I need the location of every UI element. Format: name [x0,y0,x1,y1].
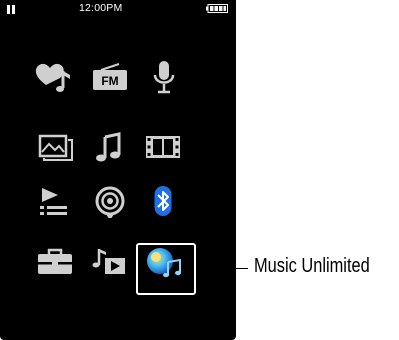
callout-label: Music Unlimited [254,255,370,277]
callout-line [196,268,248,269]
fm-label: FM [101,74,118,88]
playlists-button[interactable] [30,180,82,226]
microphone-icon [153,61,175,94]
music-button[interactable] [85,125,137,171]
fm-radio-button[interactable]: FM [85,55,137,101]
podcast-icon [95,186,125,218]
photo-icon [38,134,73,161]
favorites-icon [35,63,70,92]
status-bar: 12:00PM [0,0,236,18]
walkman-screen: 12:00PM FM [0,0,236,340]
favorites-button[interactable] [30,55,82,101]
music-note-icon [96,132,121,162]
battery-full-icon [206,4,228,13]
photos-button[interactable] [30,125,82,171]
now-playing-button[interactable] [85,240,137,286]
bluetooth-icon [154,186,172,216]
settings-button[interactable] [30,240,82,286]
clock-time: 12:00PM [79,2,123,14]
pause-icon [7,5,15,14]
podcasts-button[interactable] [85,180,137,226]
playlist-icon [40,188,67,215]
fm-radio-icon: FM [93,63,127,90]
video-film-icon [146,136,180,158]
voice-recording-button[interactable] [138,55,190,101]
selection-highlight [136,243,196,295]
videos-button[interactable] [138,125,190,171]
now-playing-icon [92,249,125,274]
toolbox-icon [38,248,72,274]
bluetooth-button[interactable] [138,180,190,226]
